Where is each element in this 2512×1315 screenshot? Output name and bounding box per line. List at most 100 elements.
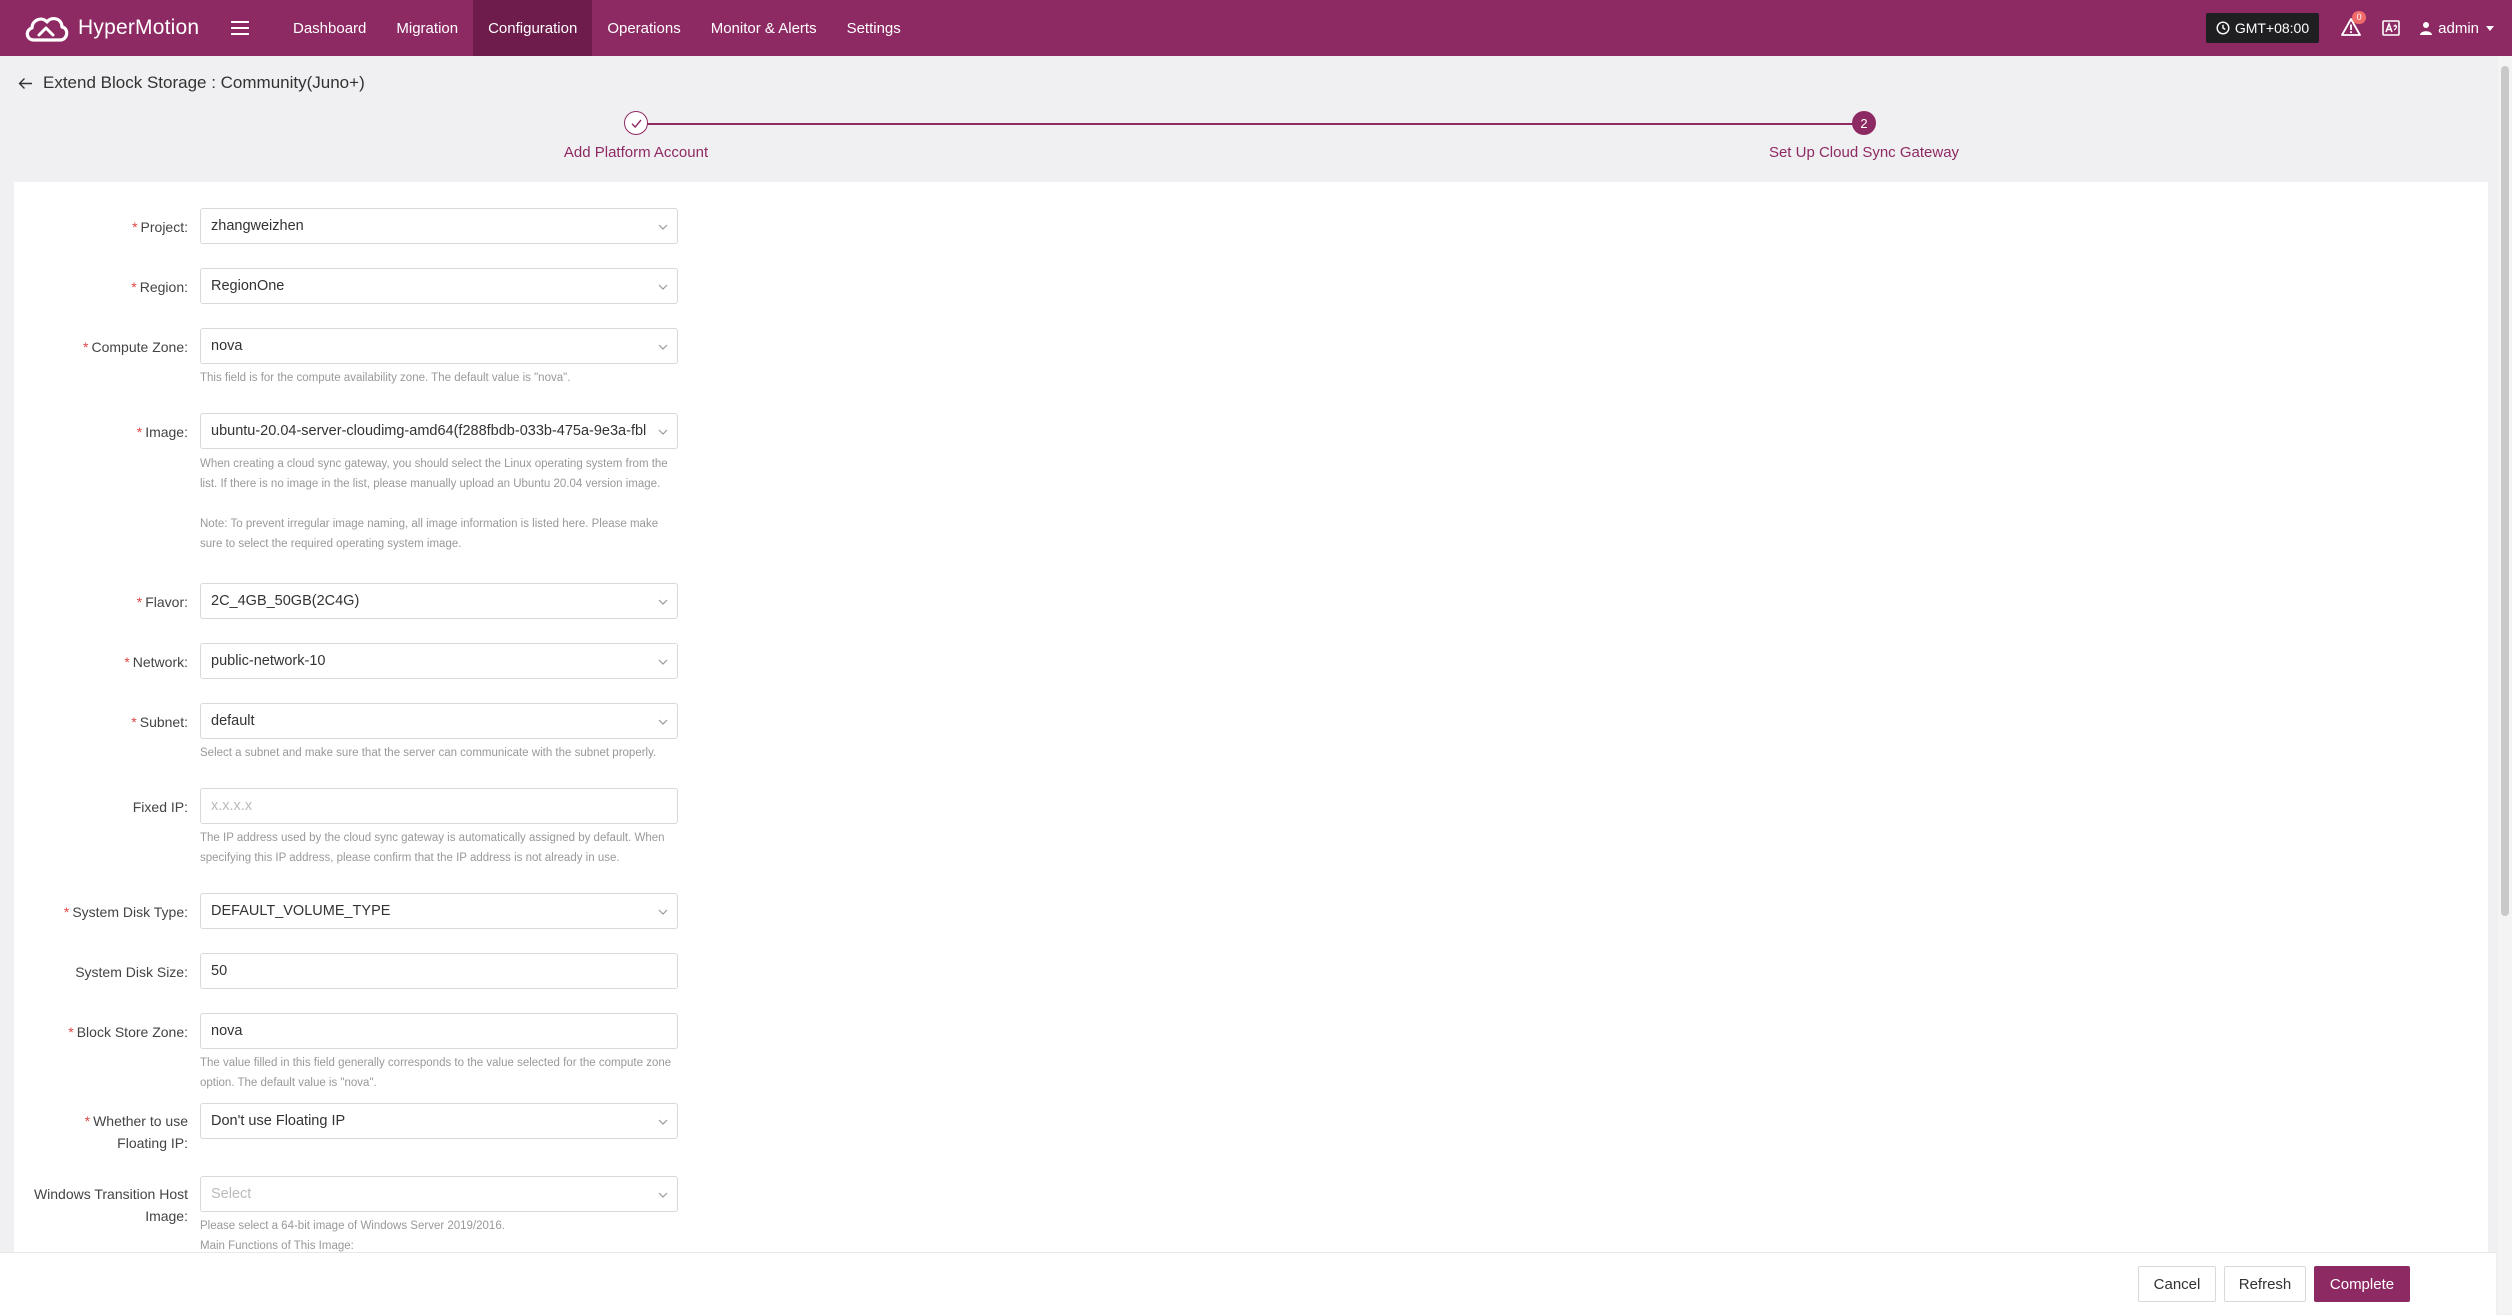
clock-icon bbox=[2216, 21, 2230, 35]
floating-ip-label: * Whether to use Floating IP: bbox=[84, 1113, 188, 1151]
fixed-ip-label: Fixed IP: bbox=[132, 799, 188, 815]
username: admin bbox=[2438, 19, 2479, 37]
block-store-zone-label: * Block Store Zone: bbox=[68, 1024, 188, 1040]
block-store-zone-hint: The value filled in this field generally… bbox=[200, 1057, 672, 1089]
page-title: Extend Block Storage : Community(Juno+) bbox=[43, 73, 365, 92]
flavor-value: 2C_4GB_50GB(2C4G) bbox=[211, 593, 360, 609]
chevron-down-icon bbox=[658, 284, 668, 290]
required-mark: * bbox=[63, 904, 70, 920]
chevron-down-icon bbox=[658, 224, 668, 230]
brand-name: HyperMotion bbox=[78, 16, 200, 39]
project-select[interactable]: zhangweizhen bbox=[200, 208, 678, 244]
subnet-hint: Select a subnet and make sure that the s… bbox=[200, 747, 657, 759]
chevron-down-icon bbox=[658, 719, 668, 725]
nav-item-migration[interactable]: Migration bbox=[381, 0, 473, 56]
system-disk-type-select[interactable]: DEFAULT_VOLUME_TYPE bbox=[200, 893, 678, 929]
image-hint: When creating a cloud sync gateway, you … bbox=[200, 458, 668, 490]
top-navigation-bar: HyperMotion Dashboard Migration Configur… bbox=[0, 0, 2512, 56]
step-2-label: Set Up Cloud Sync Gateway bbox=[1768, 144, 1960, 161]
hypermotion-logo-icon bbox=[25, 16, 69, 42]
flavor-select[interactable]: 2C_4GB_50GB(2C4G) bbox=[200, 583, 678, 619]
windows-host-image-select[interactable]: Select bbox=[200, 1176, 678, 1212]
windows-host-image-label: Windows Transition Host Image: bbox=[33, 1186, 188, 1224]
back-arrow-icon[interactable] bbox=[18, 76, 33, 91]
compute-zone-select[interactable]: nova bbox=[200, 328, 678, 364]
system-disk-size-input[interactable]: 50 bbox=[200, 953, 678, 989]
timezone-text: GMT+08:00 bbox=[2234, 20, 2310, 36]
required-mark: * bbox=[136, 424, 143, 440]
required-mark: * bbox=[136, 594, 143, 610]
cancel-button[interactable]: Cancel bbox=[2138, 1266, 2216, 1302]
page-header: Extend Block Storage : Community(Juno+) bbox=[18, 73, 365, 93]
windows-host-image-hint: Please select a 64-bit image of Windows … bbox=[200, 1220, 505, 1232]
required-mark: * bbox=[131, 279, 137, 295]
image-note: Note: To prevent irregular image naming,… bbox=[200, 518, 659, 550]
region-label: * Region: bbox=[131, 279, 188, 295]
project-label: * Project: bbox=[132, 219, 188, 235]
refresh-button[interactable]: Refresh bbox=[2224, 1266, 2306, 1302]
user-menu[interactable]: admin bbox=[2419, 20, 2500, 37]
check-icon bbox=[631, 119, 642, 128]
floating-ip-value: Don't use Floating IP bbox=[211, 1113, 346, 1129]
menu-toggle-button[interactable] bbox=[220, 0, 260, 56]
required-mark: * bbox=[83, 339, 89, 355]
scrollbar-thumb[interactable] bbox=[2501, 66, 2509, 916]
system-disk-size-label: System Disk Size: bbox=[75, 964, 188, 980]
required-mark: * bbox=[124, 654, 130, 670]
top-right-tools: GMT+08:00 0 admin bbox=[2205, 0, 2500, 56]
form-card: * Project: zhangweizhen * Region: RegionOn… bbox=[14, 182, 2488, 1254]
flavor-label: * Flavor: bbox=[136, 594, 188, 610]
caret-down-icon bbox=[2486, 26, 2494, 31]
footer-action-bar: Cancel Refresh Complete bbox=[0, 1252, 2496, 1315]
system-disk-size-value: 50 bbox=[211, 963, 228, 979]
required-mark: * bbox=[68, 1024, 74, 1040]
nav-item-monitor-alerts[interactable]: Monitor & Alerts bbox=[696, 0, 832, 56]
required-mark: * bbox=[132, 219, 138, 235]
compute-zone-value: nova bbox=[211, 338, 243, 354]
page-scrollbar[interactable] bbox=[2498, 56, 2512, 1314]
timezone-indicator[interactable]: GMT+08:00 bbox=[2205, 13, 2320, 43]
floating-ip-select[interactable]: Don't use Floating IP bbox=[200, 1103, 678, 1139]
network-value: public-network-10 bbox=[211, 653, 326, 669]
block-store-zone-input[interactable]: nova bbox=[200, 1013, 678, 1049]
region-value: RegionOne bbox=[211, 278, 285, 294]
step-2-indicator: 2 bbox=[1852, 111, 1876, 135]
subnet-label: * Subnet: bbox=[131, 714, 188, 730]
chevron-down-icon bbox=[658, 429, 668, 435]
compute-zone-label: * Compute Zone: bbox=[83, 339, 188, 355]
step-1-label: Add Platform Account bbox=[563, 144, 709, 161]
system-disk-type-value: DEFAULT_VOLUME_TYPE bbox=[211, 903, 391, 919]
subnet-select[interactable]: default bbox=[200, 703, 678, 739]
network-label: * Network: bbox=[124, 654, 188, 670]
region-select[interactable]: RegionOne bbox=[200, 268, 678, 304]
language-icon[interactable] bbox=[2381, 18, 2401, 38]
chevron-down-icon bbox=[658, 1192, 668, 1198]
chevron-down-icon bbox=[658, 344, 668, 350]
chevron-down-icon bbox=[658, 599, 668, 605]
nav-item-configuration[interactable]: Configuration bbox=[473, 0, 593, 56]
chevron-down-icon bbox=[658, 659, 668, 665]
fixed-ip-input[interactable]: x.x.x.x bbox=[200, 788, 678, 824]
user-icon bbox=[2420, 22, 2433, 35]
step-add-platform-account[interactable]: Add Platform Account bbox=[516, 108, 756, 161]
nav-item-dashboard[interactable]: Dashboard bbox=[278, 0, 381, 56]
windows-host-image-placeholder: Select bbox=[211, 1186, 252, 1202]
subnet-value: default bbox=[211, 713, 255, 729]
project-value: zhangweizhen bbox=[211, 218, 304, 234]
chevron-down-icon bbox=[658, 909, 668, 915]
chevron-down-icon bbox=[658, 1119, 668, 1125]
required-mark: * bbox=[84, 1113, 91, 1129]
nav-item-operations[interactable]: Operations bbox=[592, 0, 695, 56]
alerts-button[interactable]: 0 bbox=[2341, 11, 2367, 39]
brand[interactable]: HyperMotion bbox=[22, 8, 212, 48]
nav-item-settings[interactable]: Settings bbox=[832, 0, 916, 56]
step-1-indicator bbox=[624, 111, 648, 135]
fixed-ip-hint: The IP address used by the cloud sync ga… bbox=[200, 832, 665, 864]
wizard-steps: Add Platform Account 2 Set Up Cloud Sync… bbox=[560, 108, 2080, 168]
step-set-up-cloud-sync-gateway[interactable]: 2 Set Up Cloud Sync Gateway bbox=[1744, 108, 1984, 161]
complete-button[interactable]: Complete bbox=[2314, 1266, 2410, 1302]
main-nav: Dashboard Migration Configuration Operat… bbox=[278, 0, 916, 56]
network-select[interactable]: public-network-10 bbox=[200, 643, 678, 679]
step-progress-line bbox=[636, 123, 1862, 125]
image-select[interactable]: ubuntu-20.04-server-cloudimg-amd64(f288f… bbox=[200, 413, 678, 449]
